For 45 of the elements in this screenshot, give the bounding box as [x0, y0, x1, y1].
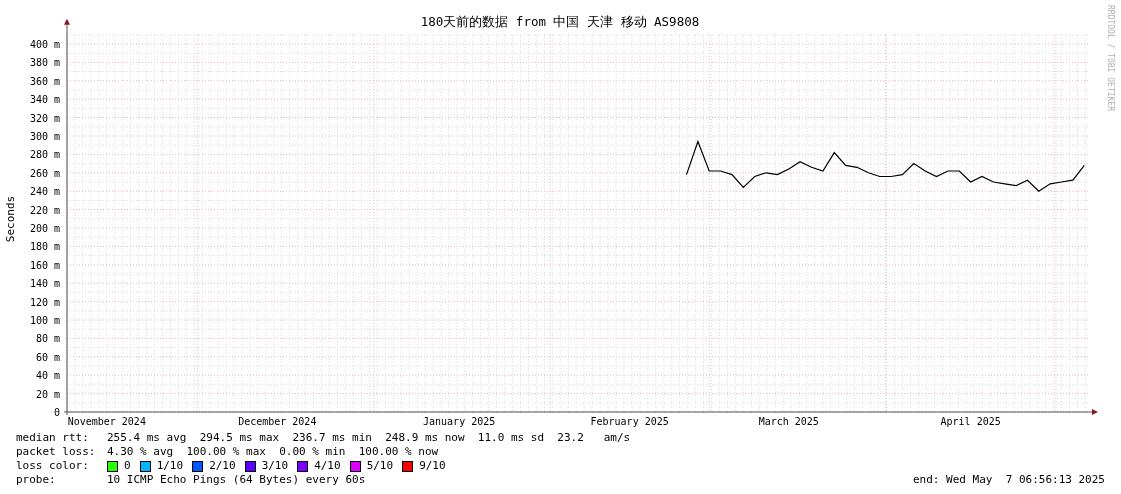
- legend-label: loss color:: [16, 459, 90, 473]
- tick-label: December 2024: [238, 416, 317, 427]
- legend-text: 10 ICMP Echo Pings (64 Bytes) every 60s: [107, 473, 366, 487]
- tick-label: April 2025: [940, 416, 1001, 427]
- tick-label: January 2025: [423, 416, 496, 427]
- legend-text: 1/10: [156, 459, 184, 473]
- legend-label: packet loss:: [16, 445, 97, 459]
- tick-label: 20 m: [35, 388, 60, 400]
- tick-label: 300 m: [29, 131, 60, 142]
- legend-label: probe:: [16, 473, 57, 487]
- tick-label: 140 m: [29, 278, 60, 290]
- tick-label: 240 m: [29, 186, 60, 198]
- tick-label: 40 m: [35, 370, 60, 382]
- tick-label: 400 m: [29, 39, 60, 50]
- tick-label: 160 m: [29, 259, 60, 271]
- tick-label: 80 m: [35, 333, 60, 345]
- legend-text: 4/10: [314, 459, 341, 473]
- axis-label: Seconds: [4, 195, 17, 243]
- tick-label: 340 m: [29, 94, 60, 106]
- tick-label: November 2024: [67, 416, 146, 427]
- chart-title: 180天前的数据 from 中国 天津 移动 AS9808: [420, 14, 700, 29]
- tick-label: 360 m: [29, 75, 60, 87]
- legend-text: 9/10: [419, 459, 446, 473]
- tick-label: 200 m: [29, 223, 60, 234]
- legend-text: 5/10: [366, 459, 394, 473]
- tick-label: 180 m: [29, 241, 60, 253]
- watermark: RRDTOOL / TOBI OETIKER: [1106, 5, 1115, 111]
- tick-label: 60 m: [35, 351, 60, 363]
- tick-label: March 2025: [758, 416, 819, 427]
- tick-label: 0: [53, 407, 60, 418]
- legend-text: 3/10: [261, 459, 289, 473]
- tick-label: 280 m: [29, 149, 60, 161]
- tick-label: 100 m: [29, 315, 60, 326]
- legend-text: 4.30 % avg 100.00 % max 0.00 % min 100.00 % now: [107, 445, 439, 459]
- tick-label: 380 m: [29, 57, 60, 69]
- tick-label: 320 m: [29, 112, 60, 124]
- tick-label: February 2025: [590, 416, 669, 427]
- tick-label: 120 m: [29, 296, 60, 308]
- tick-label: 220 m: [29, 204, 60, 216]
- legend-label: median rtt:: [16, 431, 90, 445]
- legend-text: 255.4 ms avg 294.5 ms max 236.7 ms min 248.9 ms now 11.0 ms sd 23.2 am/s: [107, 431, 631, 445]
- tick-label: 260 m: [29, 167, 60, 179]
- legend-text: 0: [124, 459, 131, 473]
- end-time: end: Wed May 7 06:56:13 2025: [912, 473, 1105, 487]
- legend-text: 2/10: [209, 459, 236, 473]
